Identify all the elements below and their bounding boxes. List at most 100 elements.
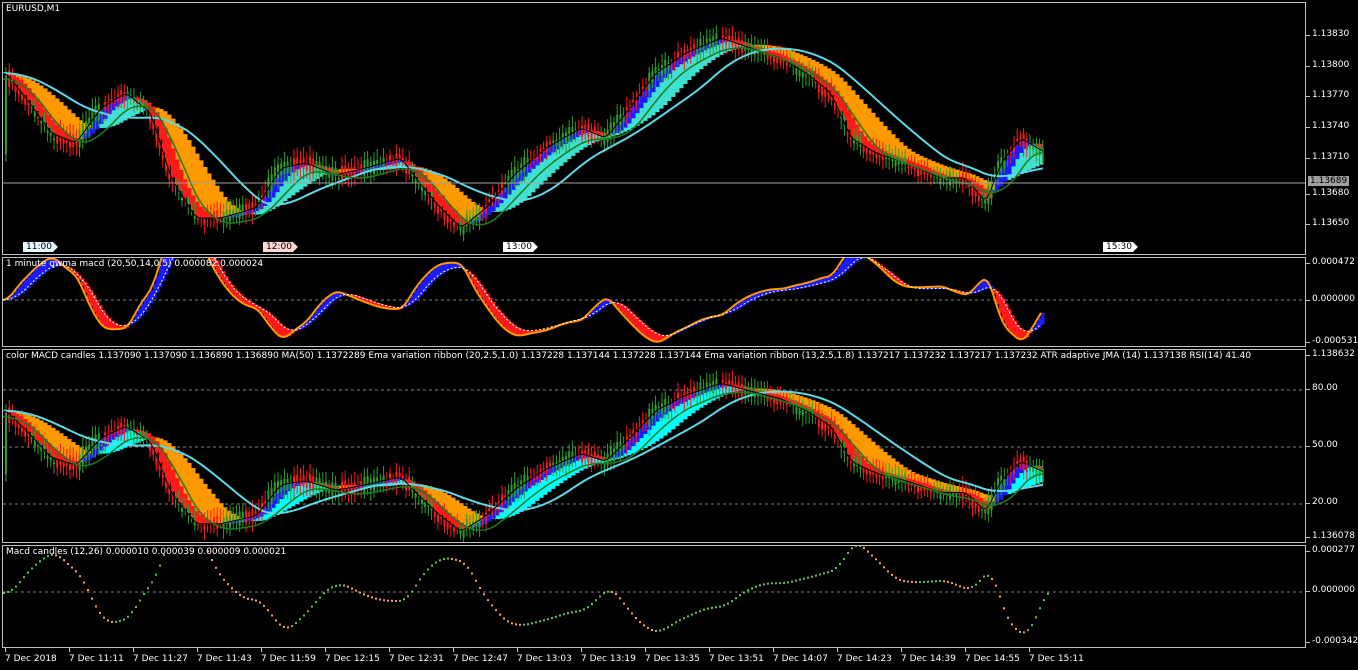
candle-body: [789, 398, 791, 401]
macd-dot: [919, 581, 921, 584]
macd-dot: [435, 561, 437, 564]
qwma-macd-pane[interactable]: 1 minute qwma macd (20,50,14,0.5) 0.0000…: [2, 257, 1306, 347]
macd-dot: [767, 582, 769, 585]
macd-dot: [783, 581, 785, 584]
candle-body: [558, 460, 561, 472]
macd-dot: [923, 580, 925, 583]
macd-dot: [911, 580, 913, 583]
fast-ribbon-segment: [107, 435, 112, 443]
ribbon-segment: [939, 481, 944, 490]
ribbon-segment: [795, 394, 800, 403]
macd-dot: [563, 613, 565, 616]
ribbon-segment: [571, 461, 576, 476]
macd-dot: [791, 580, 793, 583]
macd-dot: [427, 568, 429, 571]
macd-dot: [431, 564, 433, 567]
macd-dot: [631, 612, 633, 615]
candle-body: [712, 36, 715, 49]
macd-dot: [39, 560, 41, 563]
price-chart-pane[interactable]: EURUSD,M1 11:00 12:00 13:00 15:30: [2, 2, 1306, 255]
fast-ribbon-segment: [507, 496, 512, 506]
candle-body: [245, 511, 247, 523]
macd-dot: [507, 620, 509, 623]
candle-body: [94, 106, 97, 122]
macd-dot: [519, 623, 521, 626]
macd-candles-canvas[interactable]: [3, 546, 1306, 648]
price-tick: 1.13830: [1305, 29, 1350, 39]
macd-dot: [715, 606, 717, 609]
candle-body: [897, 473, 900, 483]
macd-dot: [819, 573, 821, 576]
macd-dot: [407, 595, 409, 598]
candle-body: [241, 511, 244, 523]
macd-dot: [943, 580, 945, 583]
macd-dot: [779, 582, 781, 585]
color-macd-candles-canvas[interactable]: [3, 350, 1306, 543]
time-marker-1530[interactable]: 15:30: [1103, 242, 1138, 252]
macd-dot: [91, 597, 93, 600]
qwma-macd-canvas[interactable]: [3, 258, 1306, 347]
color-macd-candles-pane[interactable]: color MACD candles 1.137090 1.137090 1.1…: [2, 349, 1306, 543]
axis-tick: 1.136078: [1306, 531, 1355, 541]
macd-dot: [815, 574, 817, 577]
macd-dot: [743, 591, 745, 594]
price-chart-canvas[interactable]: [3, 3, 1306, 255]
macd-dot: [679, 619, 681, 622]
macd-fill-segment: [429, 272, 433, 285]
candle-body: [699, 38, 702, 52]
candle-body: [85, 446, 87, 458]
macd-dot: [143, 592, 145, 595]
macd-fill-segment: [849, 258, 853, 268]
ribbon-segment: [715, 44, 720, 58]
macd-dot: [295, 622, 297, 625]
macd-dot: [467, 566, 469, 569]
time-axis[interactable]: 7 Dec 2018 7 Dec 11:11 7 Dec 11:27 7 Dec 11…: [0, 648, 1306, 670]
time-axis-label: 7 Dec 14:07: [773, 648, 828, 664]
candle-body: [337, 177, 340, 180]
macd-dot: [231, 587, 233, 590]
macd-candles-pane[interactable]: Macd candles (12,26) 0.000010 0.000039 0…: [2, 545, 1306, 648]
macd-dot: [691, 613, 693, 616]
candle-body: [315, 161, 318, 171]
macd-dot: [387, 599, 389, 602]
macd-dot: [899, 578, 901, 581]
ribbon-segment: [883, 126, 888, 152]
macd-dot: [359, 591, 361, 594]
candle-body: [46, 455, 49, 459]
axis-tick: -0.000531: [1305, 336, 1358, 346]
candle-body: [670, 65, 673, 70]
qwma-macd-axis[interactable]: 0.000472 0.000000 -0.000531: [1305, 257, 1358, 347]
candle-body: [344, 480, 347, 491]
macd-dot: [483, 593, 485, 596]
fast-ribbon-segment: [643, 90, 648, 103]
macd-fill-segment: [999, 294, 1003, 314]
time-axis-label: 7 Dec 13:19: [581, 648, 636, 664]
ribbon-segment: [459, 191, 464, 218]
price-axis[interactable]: 1.13830 1.13800 1.13770 1.13740 1.13710 …: [1305, 2, 1358, 255]
macd-dot: [3, 592, 5, 594]
time-marker-1300[interactable]: 13:00: [503, 242, 538, 252]
candle-body: [101, 444, 103, 446]
fast-ribbon-segment: [1015, 145, 1020, 160]
symbol-timeframe-label: EURUSD,M1: [6, 4, 61, 14]
macd-dot: [279, 623, 281, 626]
macd-dot: [931, 580, 933, 583]
macd-dot: [619, 597, 621, 600]
macd-dot: [935, 580, 937, 583]
macd-dot: [939, 580, 941, 583]
ribbon-segment: [839, 77, 844, 97]
color-macd-candles-axis[interactable]: 1.138632 80.00 50.00 20.00 1.136078: [1306, 349, 1358, 543]
macd-dot: [79, 575, 81, 578]
ribbon-segment: [979, 178, 984, 186]
macd-dot: [915, 581, 917, 584]
macd-fill-segment: [33, 270, 37, 283]
macd-dot: [63, 559, 65, 562]
candle-body: [85, 120, 87, 133]
time-marker-1100[interactable]: 11:00: [23, 242, 58, 252]
macd-dot: [671, 623, 673, 626]
macd-dot: [787, 581, 789, 584]
time-marker-1200[interactable]: 12:00: [263, 242, 298, 252]
macd-dot: [135, 605, 137, 608]
fast-ribbon-segment: [91, 448, 96, 458]
macd-candles-axis[interactable]: 0.000277 0.000000 -0.000342: [1305, 545, 1358, 648]
